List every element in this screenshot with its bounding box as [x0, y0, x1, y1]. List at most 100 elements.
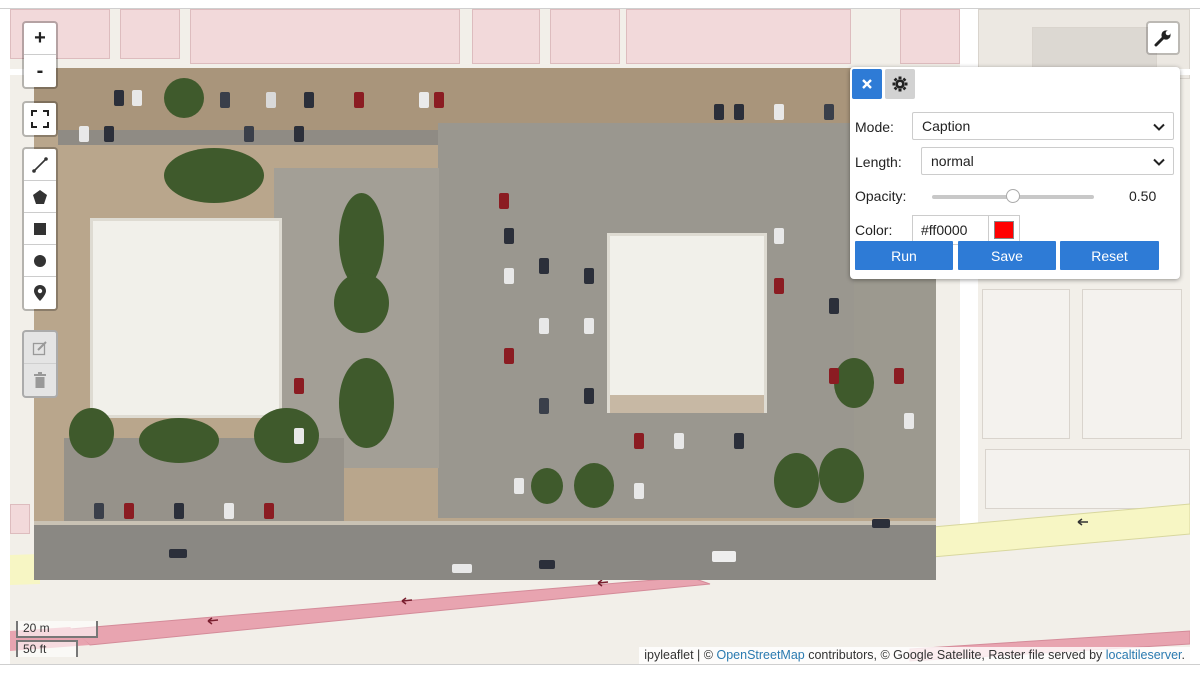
car	[452, 564, 472, 573]
widget-toggle-button[interactable]	[1146, 21, 1180, 55]
car	[894, 368, 904, 384]
wrench-icon	[1154, 30, 1171, 47]
edit-icon	[32, 340, 47, 355]
reset-button[interactable]: Reset	[1060, 241, 1159, 270]
rectangle-icon	[34, 222, 46, 235]
openstreetmap-link[interactable]: OpenStreetMap	[716, 648, 804, 662]
car	[634, 433, 644, 449]
tree	[819, 448, 864, 503]
opacity-label: Opacity:	[855, 188, 907, 204]
chevron-down-icon	[1153, 123, 1165, 131]
zoom-in-button[interactable]: +	[24, 23, 56, 55]
car	[224, 503, 234, 519]
car	[504, 228, 514, 244]
car	[294, 126, 304, 142]
car	[829, 298, 839, 314]
tree	[164, 148, 264, 203]
opacity-slider-track[interactable]	[932, 189, 1094, 203]
scale-bar-imperial: 50 ft	[16, 640, 78, 657]
car	[774, 104, 784, 120]
car	[354, 92, 364, 108]
car	[94, 503, 104, 519]
car	[266, 92, 276, 108]
polygon-icon	[33, 189, 47, 204]
chevron-down-icon	[1153, 158, 1165, 166]
car	[174, 503, 184, 519]
tree	[834, 358, 874, 408]
car	[124, 503, 134, 519]
car	[714, 104, 724, 120]
car	[114, 90, 124, 106]
gear-icon	[892, 76, 908, 92]
car	[712, 551, 736, 562]
draw-toolbar	[22, 147, 58, 311]
car	[584, 318, 594, 334]
run-button[interactable]: Run	[855, 241, 953, 270]
settings-button[interactable]	[885, 69, 915, 99]
car	[774, 278, 784, 294]
car	[514, 478, 524, 494]
tree	[164, 78, 204, 118]
color-swatch[interactable]	[994, 221, 1014, 239]
localtileserver-link[interactable]: localtileserver	[1106, 648, 1182, 662]
draw-circle-button[interactable]	[24, 245, 56, 277]
car	[504, 348, 514, 364]
car	[829, 368, 839, 384]
fullscreen-icon	[31, 110, 49, 128]
car	[824, 104, 834, 120]
car	[264, 503, 274, 519]
roof-edge	[610, 395, 764, 413]
curb	[34, 521, 936, 525]
draw-rectangle-button[interactable]	[24, 213, 56, 245]
tree	[139, 418, 219, 463]
car	[244, 126, 254, 142]
mode-select-value: Caption	[922, 118, 971, 134]
car	[872, 519, 890, 528]
attribution-suffix: .	[1181, 648, 1185, 662]
draw-marker-button[interactable]	[24, 277, 56, 309]
zoom-out-button[interactable]: -	[24, 55, 56, 87]
map-view[interactable]: + - Mode: Caption Length: normal Opacity…	[10, 9, 1190, 664]
draw-polygon-button[interactable]	[24, 181, 56, 213]
length-select[interactable]: normal	[921, 147, 1174, 175]
car	[539, 318, 549, 334]
car	[132, 90, 142, 106]
close-icon	[862, 79, 872, 89]
zoom-control: + -	[22, 21, 58, 89]
car	[104, 126, 114, 142]
fullscreen-button[interactable]	[24, 103, 56, 135]
car	[774, 228, 784, 244]
color-label: Color:	[855, 222, 893, 238]
car	[419, 92, 429, 108]
mode-label: Mode:	[855, 119, 894, 135]
car	[220, 92, 230, 108]
save-button[interactable]: Save	[958, 241, 1056, 270]
tree	[69, 408, 114, 458]
edit-layers-button[interactable]	[24, 332, 56, 364]
tree	[774, 453, 819, 508]
attribution-prefix: ipyleaflet | ©	[644, 648, 713, 662]
car	[499, 193, 509, 209]
draw-polyline-button[interactable]	[24, 149, 56, 181]
opacity-slider-thumb[interactable]	[1006, 189, 1020, 203]
car	[584, 388, 594, 404]
mode-select[interactable]: Caption	[912, 112, 1174, 140]
car	[294, 428, 304, 444]
satellite-raster-overlay	[34, 68, 936, 580]
opacity-value: 0.50	[1129, 188, 1157, 204]
circle-icon	[34, 254, 46, 267]
attribution-middle: contributors, © Google Satellite, Raster…	[808, 648, 1103, 662]
car	[504, 268, 514, 284]
color-hex-input[interactable]: #ff0000	[913, 222, 991, 238]
building-roof	[607, 233, 767, 413]
close-widget-button[interactable]	[852, 69, 882, 99]
delete-layers-button[interactable]	[24, 364, 56, 396]
car	[634, 483, 644, 499]
car	[539, 560, 555, 569]
scale-bar-metric: 20 m	[16, 621, 98, 638]
car	[674, 433, 684, 449]
car	[584, 268, 594, 284]
car	[904, 413, 914, 429]
window-bottom-edge	[0, 664, 1200, 676]
caption-widget-panel: Mode: Caption Length: normal Opacity: 0.…	[850, 67, 1180, 279]
